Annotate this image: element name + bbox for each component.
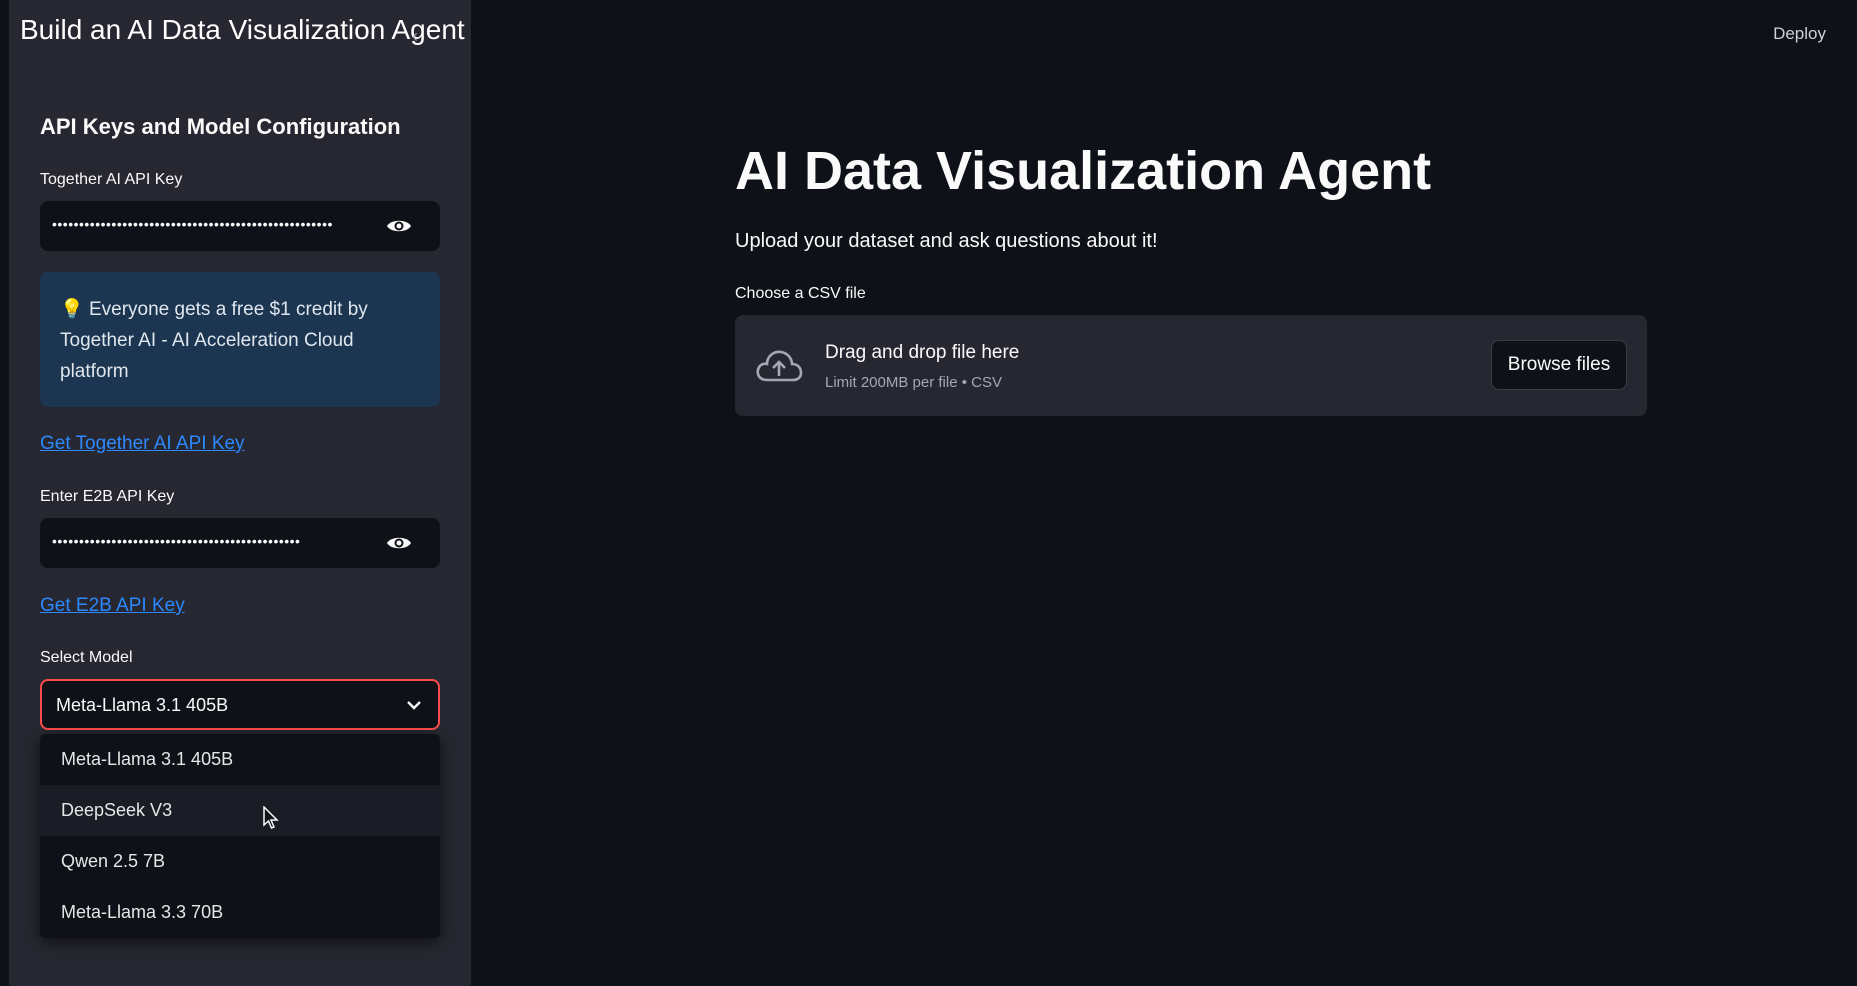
model-option-label: DeepSeek V3 — [61, 800, 173, 820]
model-option[interactable]: Meta-Llama 3.3 70B — [40, 887, 440, 938]
page-subtitle: Upload your dataset and ask questions ab… — [735, 230, 1158, 252]
e2b-key-label: Enter E2B API Key — [40, 488, 175, 505]
page-title: AI Data Visualization Agent — [735, 141, 1432, 201]
model-select-label: Select Model — [40, 649, 133, 666]
together-key-input[interactable]: ••••••••••••••••••••••••••••••••••••••••… — [40, 201, 440, 251]
file-dropzone[interactable]: Drag and drop file here Limit 200MB per … — [735, 315, 1647, 416]
model-option[interactable]: Qwen 2.5 7B — [40, 836, 440, 887]
model-select-value: Meta-Llama 3.1 405B — [56, 695, 229, 715]
model-dropdown-menu: Meta-Llama 3.1 405B DeepSeek V3 Qwen 2.5… — [40, 734, 440, 938]
video-title: Build an AI Data Visualization Agent — [20, 14, 465, 45]
model-select[interactable]: Meta-Llama 3.1 405B — [40, 679, 440, 730]
together-key-label: Together AI API Key — [40, 171, 183, 188]
collapse-chevron-icon[interactable]: ‹ — [412, 26, 418, 47]
sidebar-header: API Keys and Model Configuration — [40, 114, 401, 139]
e2b-key-input[interactable]: ••••••••••••••••••••••••••••••••••••••••… — [40, 518, 440, 568]
model-option-label: Meta-Llama 3.1 405B — [61, 749, 234, 769]
eye-icon[interactable] — [386, 533, 412, 553]
chevron-down-icon — [407, 701, 421, 710]
dropzone-limit: Limit 200MB per file • CSV — [825, 374, 1002, 391]
deploy-button[interactable]: Deploy — [1773, 24, 1826, 44]
e2b-key-link[interactable]: Get E2B API Key — [40, 595, 185, 617]
info-alert: 💡 Everyone gets a free $1 credit by Toge… — [40, 272, 440, 407]
mouse-cursor-icon — [263, 806, 279, 829]
model-option-label: Qwen 2.5 7B — [61, 851, 166, 871]
lightbulb-icon: 💡 — [60, 299, 84, 320]
together-key-link[interactable]: Get Together AI API Key — [40, 433, 245, 455]
model-option[interactable]: Meta-Llama 3.1 405B — [40, 734, 440, 785]
eye-icon[interactable] — [386, 216, 412, 236]
dropzone-instruction: Drag and drop file here — [825, 342, 1020, 363]
together-key-value: ••••••••••••••••••••••••••••••••••••••••… — [52, 216, 333, 232]
model-option-label: Meta-Llama 3.3 70B — [61, 902, 224, 922]
info-text: Everyone gets a free $1 credit by Togeth… — [60, 299, 368, 382]
file-uploader-label: Choose a CSV file — [735, 285, 866, 302]
model-option[interactable]: DeepSeek V3 — [40, 785, 440, 836]
e2b-key-value: ••••••••••••••••••••••••••••••••••••••••… — [52, 533, 301, 549]
browse-files-button[interactable]: Browse files — [1491, 340, 1627, 390]
app-page: Build an AI Data Visualization Agent Dep… — [0, 0, 1857, 986]
cloud-upload-icon — [756, 350, 803, 382]
